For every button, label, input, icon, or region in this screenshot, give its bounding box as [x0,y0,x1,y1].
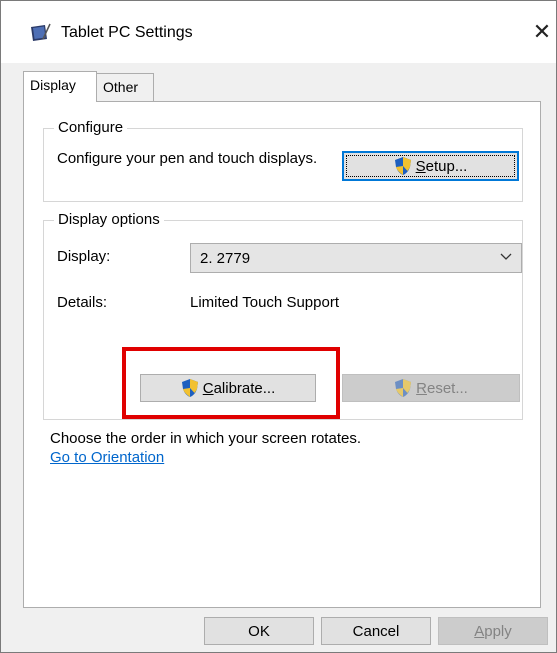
display-label: Display: [57,248,111,265]
display-select-value: 2. 2779 [200,250,251,267]
configure-description: Configure your pen and touch displays. [57,150,318,167]
tablet-pc-settings-window: Tablet PC Settings ✕ Display Other Confi… [0,0,557,653]
setup-button[interactable]: Setup... [342,151,519,181]
ok-button[interactable]: OK [204,617,314,645]
calibrate-highlight-box [122,347,340,419]
title-bar[interactable]: Tablet PC Settings ✕ [1,1,556,63]
orientation-description: Choose the order in which your screen ro… [50,430,361,447]
close-icon[interactable]: ✕ [529,19,555,45]
apply-button[interactable]: Apply [438,617,548,645]
window-title: Tablet PC Settings [61,24,193,41]
tab-display[interactable]: Display [23,71,97,102]
display-select[interactable]: 2. 2779 [190,243,522,273]
reset-button[interactable]: Reset... [342,374,520,402]
chevron-down-icon [500,253,512,260]
uac-shield-icon [395,379,412,397]
go-to-orientation-link[interactable]: Go to Orientation [50,449,164,467]
tab-other[interactable]: Other [96,73,154,102]
uac-shield-icon [394,157,411,175]
cancel-button[interactable]: Cancel [321,617,431,645]
details-value: Limited Touch Support [190,294,339,311]
configure-group-label: Configure [54,119,128,136]
apply-button-label: Apply [474,622,512,640]
display-options-group-label: Display options [54,211,164,228]
tablet-pc-icon [31,23,51,41]
cancel-button-label: Cancel [352,622,400,640]
setup-button-label: Setup... [415,157,468,175]
details-label: Details: [57,294,108,311]
reset-button-label: Reset... [416,379,468,397]
ok-button-label: OK [248,622,270,640]
